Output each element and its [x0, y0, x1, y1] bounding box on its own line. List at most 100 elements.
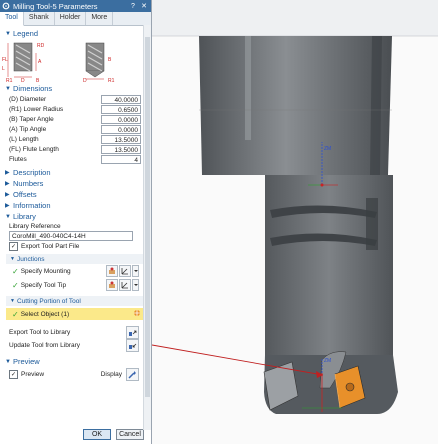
chevron-right-icon: ▶ [5, 170, 10, 176]
legend-title: Legend [13, 29, 39, 38]
numbers-section-header[interactable]: ▶ Numbers [0, 178, 151, 189]
update-tool-label: Update Tool from Library [9, 342, 81, 349]
information-title: Information [13, 201, 51, 210]
export-tool-label: Export Tool to Library [9, 329, 71, 336]
library-title: Library [13, 212, 36, 221]
tab-tool[interactable]: Tool [0, 12, 24, 26]
dimension-value-field[interactable]: 40.0000 [101, 94, 141, 104]
panel-scrollbar[interactable] [143, 25, 151, 430]
specify-mounting-row: ✓ Specify Mounting [0, 264, 151, 278]
dimensions-fields: (D) Diameter 40.0000 (R1) Lower Radius 0.65… [0, 94, 151, 164]
axis-label-z2: ZM [324, 358, 331, 364]
tab-bar: Tool Shank Holder More [0, 12, 151, 26]
dropdown-arrow-icon[interactable] [132, 265, 139, 277]
gear-icon [2, 2, 10, 10]
export-part-file-checkbox[interactable]: ✓ [9, 242, 18, 251]
description-section-header[interactable]: ▶ Description [0, 167, 151, 178]
dimension-row: (FL) Flute Length 13.5000 [0, 144, 151, 154]
dimension-value-field[interactable]: 0.6500 [101, 104, 141, 114]
dialog-footer: OK Cancel [83, 429, 144, 440]
cutting-portion-title: Cutting Portion of Tool [17, 297, 81, 305]
select-point-button[interactable] [106, 265, 118, 277]
cancel-button[interactable]: Cancel [116, 429, 144, 440]
window-title: Milling Tool-5 Parameters [13, 1, 98, 11]
csys-dialog-button[interactable] [119, 279, 131, 291]
select-object-icon[interactable] [133, 309, 141, 319]
export-part-file-label: Export Tool Part File [21, 243, 80, 250]
tool-parameters-dialog: Milling Tool-5 Parameters ? ✕ Tool Shank… [0, 0, 152, 444]
dimension-value-field[interactable]: 0.0000 [101, 114, 141, 124]
preview-checkbox[interactable]: ✓ [9, 369, 18, 379]
dimensions-title: Dimensions [13, 84, 53, 93]
legend-section-header[interactable]: ▼ Legend [0, 28, 151, 39]
export-tool-row: Export Tool to Library [0, 326, 151, 339]
dimension-label: (R1) Lower Radius [9, 105, 64, 113]
dimension-value-field[interactable]: 0.0000 [101, 124, 141, 134]
dimension-row: (B) Taper Angle 0.0000 [0, 114, 151, 124]
dimension-row: (L) Length 13.5000 [0, 134, 151, 144]
axis-label-z: ZM [324, 146, 331, 152]
help-button[interactable]: ? [128, 1, 138, 11]
dimension-row: (R1) Lower Radius 0.6500 [0, 104, 151, 114]
check-icon: ✓ [12, 280, 19, 290]
update-tool-button[interactable] [126, 339, 139, 352]
dimensions-section-header[interactable]: ▼ Dimensions [0, 83, 151, 94]
tab-holder[interactable]: Holder [55, 12, 87, 25]
graphics-viewport[interactable]: ZM ZM [152, 0, 438, 444]
scrollbar-thumb[interactable] [145, 37, 150, 397]
legend-label-d2: D [83, 78, 87, 83]
display-label: Display [100, 370, 122, 378]
select-point-button[interactable] [106, 279, 118, 291]
dropdown-arrow-icon[interactable] [132, 279, 139, 291]
legend-label-r1b: R1 [108, 78, 115, 83]
tool-legend-diagram: RD FL A L D R1 B D R1 B [2, 42, 115, 83]
csys-dialog-button[interactable] [119, 265, 131, 277]
chevron-down-icon: ▼ [10, 298, 15, 304]
dimension-label: (L) Length [9, 135, 39, 143]
select-object-row[interactable]: ✓ Select Object (1) [6, 308, 145, 320]
dimension-value-field[interactable]: 4 [101, 154, 141, 164]
ok-button[interactable]: OK [83, 429, 111, 440]
specify-tool-tip-label: Specify Tool Tip [20, 281, 67, 289]
legend-label-fl: FL [2, 57, 8, 63]
chevron-down-icon: ▼ [5, 213, 11, 220]
display-button[interactable] [126, 367, 139, 381]
dimension-row: (D) Diameter 40.0000 [0, 94, 151, 104]
tool-model-render: ZM ZM [152, 0, 438, 444]
dimension-label: (A) Tip Angle [9, 125, 47, 133]
legend-label-a: A [38, 59, 42, 65]
preview-row: ✓ Preview Display [0, 367, 151, 381]
dimension-row: Flutes 4 [0, 154, 151, 164]
dimension-value-field[interactable]: 13.5000 [101, 134, 141, 144]
library-section-header[interactable]: ▼ Library [0, 211, 151, 222]
check-icon: ✓ [12, 266, 19, 276]
legend-label-l: L [2, 66, 5, 72]
preview-section-header[interactable]: ▼ Preview [0, 356, 151, 367]
dimension-row: (A) Tip Angle 0.0000 [0, 124, 151, 134]
cutting-portion-group-header[interactable]: ▼ Cutting Portion of Tool [6, 296, 145, 306]
chevron-right-icon: ▶ [5, 181, 10, 187]
specify-mounting-label: Specify Mounting [20, 267, 71, 275]
library-reference-field[interactable]: CoroMill_490-040C4-14H [9, 231, 133, 241]
dimension-label: (FL) Flute Length [9, 145, 59, 153]
offsets-section-header[interactable]: ▶ Offsets [0, 189, 151, 200]
legend-label-r1: R1 [6, 78, 13, 83]
dimension-label: (D) Diameter [9, 95, 47, 103]
junctions-group-header[interactable]: ▼ Junctions [6, 254, 145, 264]
junctions-title: Junctions [17, 255, 45, 263]
dimension-label: Flutes [9, 155, 27, 163]
information-section-header[interactable]: ▶ Information [0, 200, 151, 211]
tab-shank[interactable]: Shank [24, 12, 55, 25]
select-object-label: Select Object (1) [20, 310, 70, 318]
legend-label-rd: RD [37, 43, 45, 49]
chevron-right-icon: ▶ [5, 203, 10, 209]
dimension-value-field[interactable]: 13.5000 [101, 144, 141, 154]
title-bar: Milling Tool-5 Parameters ? ✕ [0, 0, 151, 12]
update-tool-row: Update Tool from Library [0, 339, 151, 352]
tab-more[interactable]: More [86, 12, 114, 25]
description-title: Description [13, 168, 51, 177]
close-button[interactable]: ✕ [139, 1, 149, 11]
preview-title: Preview [13, 357, 40, 366]
export-tool-button[interactable] [126, 326, 139, 339]
specify-tool-tip-row: ✓ Specify Tool Tip [0, 278, 151, 292]
